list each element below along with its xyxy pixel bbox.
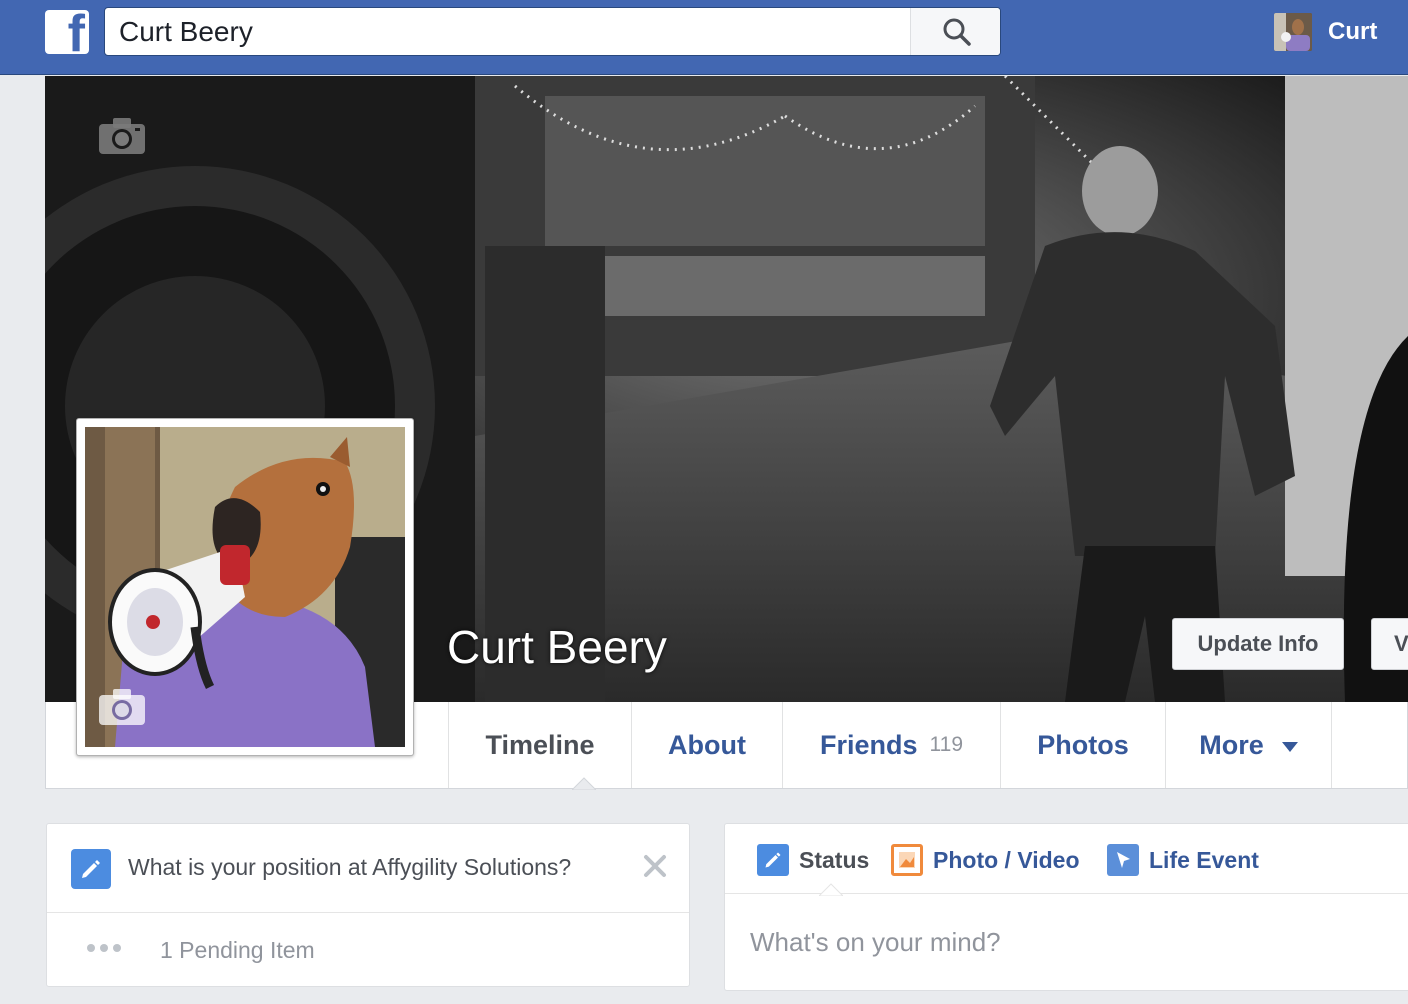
active-tab-pointer	[572, 777, 596, 790]
ellipsis-icon	[87, 944, 121, 952]
profile-picture[interactable]	[76, 418, 414, 756]
logo-letter: f	[67, 10, 85, 54]
friends-count: 119	[929, 733, 963, 756]
search-input[interactable]	[105, 8, 910, 55]
search-button[interactable]	[910, 8, 1000, 55]
camera-icon[interactable]	[99, 689, 145, 730]
facebook-logo[interactable]: f	[45, 10, 89, 54]
composer-tab-label: Status	[799, 846, 870, 873]
update-info-button[interactable]: Update Info	[1172, 618, 1344, 670]
pencil-icon	[71, 849, 111, 889]
active-tab-pointer	[819, 883, 843, 896]
top-navigation-bar: f Curt	[0, 0, 1408, 75]
tab-friends[interactable]: Friends 119	[782, 702, 1000, 788]
profile-question: What is your position at Affygility Solu…	[128, 854, 572, 880]
chevron-down-icon	[1281, 742, 1298, 752]
search-icon	[943, 18, 971, 46]
pending-items-row[interactable]: 1 Pending Item	[47, 914, 689, 986]
tab-label: More	[1199, 729, 1264, 760]
pencil-icon	[757, 844, 789, 876]
tab-photos[interactable]: Photos	[1000, 702, 1165, 788]
composer-tab-status[interactable]: Status	[757, 843, 869, 877]
profile-name: Curt Beery	[447, 621, 667, 673]
profile-question-row[interactable]: What is your position at Affygility Solu…	[47, 824, 689, 913]
photo-icon	[891, 844, 923, 876]
composer-tab-photo-video[interactable]: Photo / Video	[891, 843, 1080, 877]
composer-tab-life-event[interactable]: Life Event	[1107, 843, 1259, 877]
intro-card: What is your position at Affygility Solu…	[46, 823, 690, 987]
post-composer: Status Photo / Video Life Event	[724, 823, 1408, 991]
tab-more[interactable]: More	[1165, 702, 1332, 788]
user-name: Curt	[1328, 18, 1378, 45]
user-avatar	[1274, 13, 1312, 51]
tab-timeline[interactable]: Timeline	[448, 702, 631, 788]
flag-icon	[1107, 844, 1139, 876]
composer-tab-label: Life Event	[1149, 846, 1259, 873]
close-icon[interactable]	[641, 852, 669, 880]
tab-about[interactable]: About	[631, 702, 782, 788]
tab-label: Timeline	[485, 729, 595, 760]
camera-icon[interactable]	[99, 118, 145, 159]
tab-label: About	[668, 729, 746, 760]
search-bar	[104, 7, 1001, 56]
status-input[interactable]	[725, 896, 1408, 988]
pending-items-label: 1 Pending Item	[160, 937, 315, 963]
view-activity-button[interactable]: V	[1371, 618, 1408, 670]
tab-label: Photos	[1037, 729, 1129, 760]
profile-shortcut[interactable]: Curt	[1274, 12, 1377, 52]
composer-tab-label: Photo / Video	[933, 846, 1080, 873]
tab-label: Friends	[819, 729, 918, 760]
